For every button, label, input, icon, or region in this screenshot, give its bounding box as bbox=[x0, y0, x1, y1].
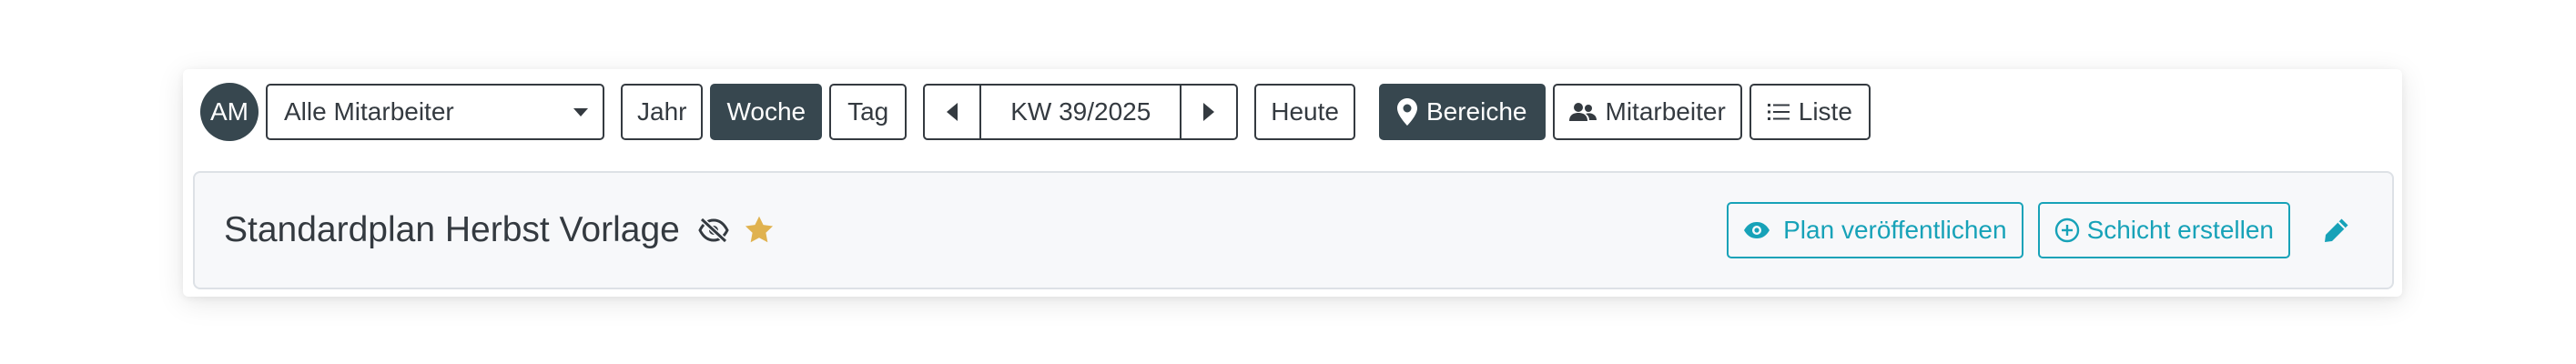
create-shift-button[interactable]: Schicht erstellen bbox=[2037, 202, 2290, 258]
pencil-icon[interactable] bbox=[2323, 217, 2350, 244]
employee-select[interactable]: Alle Mitarbeiter bbox=[266, 84, 604, 140]
publish-plan-label: Plan veröffentlichen bbox=[1783, 216, 2007, 244]
caret-right-icon bbox=[1203, 103, 1215, 121]
toolbar: AM Alle Mitarbeiter Jahr Woche Tag KW 39… bbox=[200, 83, 1871, 141]
plan-title: Standardplan Herbst Vorlage bbox=[224, 210, 680, 249]
week-label[interactable]: KW 39/2025 bbox=[979, 84, 1182, 140]
group-areas-label: Bereiche bbox=[1425, 97, 1527, 126]
publish-plan-button[interactable]: Plan veröffentlichen bbox=[1727, 202, 2023, 258]
plus-circle-icon bbox=[2054, 217, 2080, 243]
avatar-initials: AM bbox=[210, 97, 248, 126]
group-employees-label: Mitarbeiter bbox=[1605, 97, 1726, 126]
caret-left-icon bbox=[947, 103, 958, 121]
view-year-button[interactable]: Jahr bbox=[621, 84, 704, 140]
today-button[interactable]: Heute bbox=[1254, 84, 1355, 140]
today-label: Heute bbox=[1271, 97, 1339, 126]
star-icon[interactable] bbox=[744, 216, 775, 245]
view-day-button[interactable]: Tag bbox=[829, 84, 908, 140]
group-areas-button[interactable]: Bereiche bbox=[1378, 84, 1546, 140]
plan-title-area: Standardplan Herbst Vorlage bbox=[224, 173, 775, 288]
list-icon bbox=[1767, 102, 1790, 122]
plan-header: Standardplan Herbst Vorlage Plan veröffe… bbox=[193, 171, 2394, 289]
view-week-label: Woche bbox=[726, 97, 806, 126]
plan-actions: Plan veröffentlichen Schicht erstellen bbox=[1727, 173, 2350, 288]
group-list-button[interactable]: Liste bbox=[1749, 84, 1871, 140]
chevron-down-icon bbox=[573, 107, 588, 116]
next-week-button[interactable] bbox=[1180, 84, 1239, 140]
view-year-label: Jahr bbox=[637, 97, 687, 126]
eye-icon bbox=[1743, 221, 1770, 239]
prev-week-button[interactable] bbox=[923, 84, 982, 140]
employee-select-value: Alle Mitarbeiter bbox=[284, 97, 454, 126]
view-day-label: Tag bbox=[847, 97, 889, 126]
view-week-button[interactable]: Woche bbox=[710, 84, 823, 140]
week-navigation: KW 39/2025 bbox=[923, 84, 1239, 140]
week-label-text: KW 39/2025 bbox=[1010, 97, 1151, 126]
create-shift-label: Schicht erstellen bbox=[2086, 216, 2274, 244]
planner-card: AM Alle Mitarbeiter Jahr Woche Tag KW 39… bbox=[183, 69, 2402, 297]
group-employees-button[interactable]: Mitarbeiter bbox=[1552, 84, 1742, 140]
group-list-label: Liste bbox=[1798, 97, 1852, 126]
users-icon bbox=[1568, 101, 1597, 123]
map-marker-icon bbox=[1396, 98, 1417, 126]
avatar[interactable]: AM bbox=[200, 83, 259, 141]
eye-slash-icon[interactable] bbox=[698, 217, 729, 243]
